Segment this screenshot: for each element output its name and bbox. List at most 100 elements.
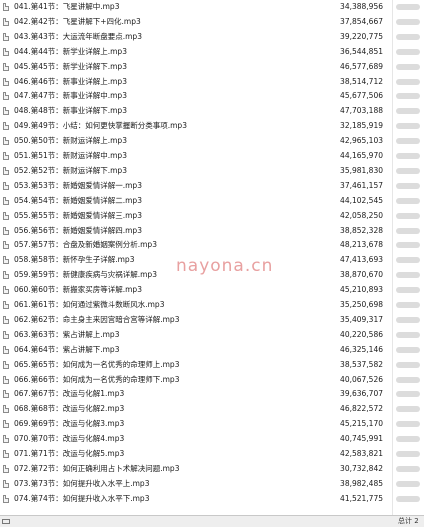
file-name: 053.第53节：新婚姻爱情详解一.mp3 bbox=[14, 180, 142, 190]
audio-file-icon bbox=[3, 435, 9, 444]
audio-file-icon bbox=[3, 360, 9, 369]
audio-file-icon bbox=[3, 494, 9, 503]
file-row[interactable]: 062.第62节：命主身主来因宫暗合宫等详解.mp3 35,409,317 bbox=[0, 313, 424, 327]
file-row[interactable]: 045.第45节：新学业详解下.mp3 46,577,689 bbox=[0, 60, 424, 74]
file-size: 42,583,821 bbox=[340, 449, 383, 458]
audio-file-icon bbox=[3, 330, 9, 339]
file-row[interactable]: 056.第56节：新婚姻爱情详解四.mp3 38,852,328 bbox=[0, 224, 424, 238]
file-name: 045.第45节：新学业详解下.mp3 bbox=[14, 61, 127, 71]
file-size: 46,822,572 bbox=[340, 404, 383, 414]
file-size: 46,325,146 bbox=[340, 344, 383, 354]
file-size: 44,102,545 bbox=[340, 195, 383, 205]
file-row[interactable]: 054.第54节：新婚姻爱情详解二.mp3 44,102,545 bbox=[0, 194, 424, 208]
file-row[interactable]: 061.第61节：如何通过紫微斗数断风水.mp3 35,250,698 bbox=[0, 298, 424, 312]
file-row[interactable]: 041.第41节：飞星讲解中.mp3 34,388,956 bbox=[0, 0, 424, 14]
file-size: 40,067,526 bbox=[340, 374, 383, 384]
audio-file-icon bbox=[3, 271, 9, 280]
file-name: 070.第70节：改运与化解4.mp3 bbox=[14, 434, 125, 444]
file-row[interactable]: 047.第47节：新事业详解中.mp3 45,677,506 bbox=[0, 89, 424, 103]
file-name: 067.第67节：改运与化解1.mp3 bbox=[14, 389, 125, 399]
file-row[interactable]: 065.第65节：如何成为一名优秀的命理师上.mp3 38,537,582 bbox=[0, 358, 424, 372]
status-bar: 总计 2 bbox=[0, 515, 424, 527]
file-row[interactable]: 073.第73节：如何提升收入水平上.mp3 38,982,485 bbox=[0, 477, 424, 491]
file-size: 34,388,956 bbox=[340, 2, 383, 11]
status-icon bbox=[2, 519, 10, 524]
file-row[interactable]: 074.第74节：如何提升收入水平下.mp3 41,521,775 bbox=[0, 492, 424, 506]
file-size: 42,965,103 bbox=[340, 136, 383, 146]
audio-file-icon bbox=[3, 152, 9, 160]
file-name: 065.第65节：如何成为一名优秀的命理师上.mp3 bbox=[14, 359, 180, 369]
file-size: 35,250,698 bbox=[340, 300, 383, 309]
file-name: 054.第54节：新婚姻爱情详解二.mp3 bbox=[14, 195, 142, 205]
file-name: 046.第46节：新事业详解上.mp3 bbox=[14, 76, 127, 86]
file-name: 064.第64节：紫占讲解下.mp3 bbox=[14, 344, 120, 354]
file-row[interactable]: 055.第55节：新婚姻爱情详解三.mp3 42,058,250 bbox=[0, 209, 424, 223]
file-row[interactable]: 057.第57节：合盘及新婚姻案例分析.mp3 48,213,678 bbox=[0, 238, 424, 252]
file-size: 39,636,707 bbox=[340, 389, 383, 399]
file-name: 056.第56节：新婚姻爱情详解四.mp3 bbox=[14, 225, 142, 235]
file-row[interactable]: 071.第71节：改运与化解5.mp3 42,583,821 bbox=[0, 447, 424, 461]
file-name: 066.第66节：如何成为一名优秀的命理师下.mp3 bbox=[14, 374, 180, 384]
file-size: 38,514,712 bbox=[340, 76, 383, 86]
file-row[interactable]: 072.第72节：如何正确利用占卜术解决问题.mp3 30,732,842 bbox=[0, 462, 424, 476]
file-size: 45,215,170 bbox=[340, 419, 383, 429]
file-row[interactable]: 067.第67节：改运与化解1.mp3 39,636,707 bbox=[0, 387, 424, 401]
file-name: 068.第68节：改运与化解2.mp3 bbox=[14, 404, 125, 414]
audio-file-icon bbox=[3, 107, 9, 116]
audio-file-icon bbox=[3, 345, 9, 354]
file-name: 057.第57节：合盘及新婚姻案例分析.mp3 bbox=[14, 240, 157, 250]
file-name: 055.第55节：新婚姻爱情详解三.mp3 bbox=[14, 210, 142, 220]
file-row[interactable]: 052.第52节：新财运详解下.mp3 35,981,830 bbox=[0, 164, 424, 178]
file-size: 44,165,970 bbox=[340, 151, 383, 160]
file-row[interactable]: 064.第64节：紫占讲解下.mp3 46,325,146 bbox=[0, 343, 424, 357]
file-size: 36,544,851 bbox=[340, 46, 383, 56]
audio-file-icon bbox=[3, 32, 9, 41]
file-size: 45,210,893 bbox=[340, 285, 383, 295]
audio-file-icon bbox=[3, 464, 9, 473]
audio-file-icon bbox=[3, 77, 9, 86]
file-name: 059.第59节：新健康疾病与灾祸详解.mp3 bbox=[14, 270, 157, 280]
file-row[interactable]: 053.第53节：新婚姻爱情详解一.mp3 37,461,157 bbox=[0, 179, 424, 193]
file-name: 063.第63节：紫占讲解上.mp3 bbox=[14, 329, 120, 339]
file-name: 048.第48节：新事业详解下.mp3 bbox=[14, 106, 127, 116]
file-name: 050.第50节：新财运详解上.mp3 bbox=[14, 136, 127, 146]
file-row[interactable]: 070.第70节：改运与化解4.mp3 40,745,991 bbox=[0, 432, 424, 446]
file-size: 37,461,157 bbox=[340, 180, 383, 190]
audio-file-icon bbox=[3, 405, 9, 414]
file-name: 062.第62节：命主身主来因宫暗合宫等详解.mp3 bbox=[14, 314, 180, 324]
audio-file-icon bbox=[3, 137, 9, 146]
file-row[interactable]: 048.第48节：新事业详解下.mp3 47,703,188 bbox=[0, 104, 424, 118]
file-name: 074.第74节：如何提升收入水平下.mp3 bbox=[14, 493, 150, 503]
audio-file-icon bbox=[3, 479, 9, 488]
file-row[interactable]: 063.第63节：紫占讲解上.mp3 40,220,586 bbox=[0, 328, 424, 342]
audio-file-icon bbox=[3, 92, 9, 101]
audio-file-icon bbox=[3, 390, 9, 399]
file-row[interactable]: 049.第49节：小结：如何更快掌握断分类事项.mp3 32,185,919 bbox=[0, 119, 424, 133]
file-row[interactable]: 050.第50节：新财运详解上.mp3 42,965,103 bbox=[0, 134, 424, 148]
file-size: 32,185,919 bbox=[340, 121, 383, 131]
file-name: 049.第49节：小结：如何更快掌握断分类事项.mp3 bbox=[14, 121, 187, 131]
file-size: 30,732,842 bbox=[340, 463, 383, 473]
file-row[interactable]: 044.第44节：新学业详解上.mp3 36,544,851 bbox=[0, 45, 424, 59]
file-size: 40,745,991 bbox=[340, 434, 383, 444]
file-size: 46,577,689 bbox=[340, 61, 383, 71]
file-row[interactable]: 066.第66节：如何成为一名优秀的命理师下.mp3 40,067,526 bbox=[0, 373, 424, 387]
file-size: 38,537,582 bbox=[340, 359, 383, 369]
file-row[interactable]: 046.第46节：新事业详解上.mp3 38,514,712 bbox=[0, 75, 424, 89]
file-name: 061.第61节：如何通过紫微斗数断风水.mp3 bbox=[14, 300, 165, 309]
audio-file-icon bbox=[3, 17, 9, 26]
file-row[interactable]: 043.第43节：大运流年断盘要点.mp3 39,220,775 bbox=[0, 30, 424, 44]
audio-file-icon bbox=[3, 226, 9, 235]
file-row[interactable]: 051.第51节：新财运详解中.mp3 44,165,970 bbox=[0, 149, 424, 163]
file-row[interactable]: 060.第60节：新搬家买房等详解.mp3 45,210,893 bbox=[0, 283, 424, 297]
file-row[interactable]: 068.第68节：改运与化解2.mp3 46,822,572 bbox=[0, 402, 424, 416]
audio-file-icon bbox=[3, 315, 9, 324]
file-size: 48,213,678 bbox=[340, 240, 383, 250]
file-name: 044.第44节：新学业详解上.mp3 bbox=[14, 46, 127, 56]
file-size: 38,982,485 bbox=[340, 478, 383, 488]
file-row[interactable]: 069.第69节：改运与化解3.mp3 45,215,170 bbox=[0, 417, 424, 431]
file-name: 051.第51节：新财运详解中.mp3 bbox=[14, 151, 127, 160]
file-size: 45,677,506 bbox=[340, 91, 383, 101]
file-row[interactable]: 042.第42节：飞星讲解下+四化.mp3 37,854,667 bbox=[0, 15, 424, 29]
file-size: 37,854,667 bbox=[340, 16, 383, 26]
